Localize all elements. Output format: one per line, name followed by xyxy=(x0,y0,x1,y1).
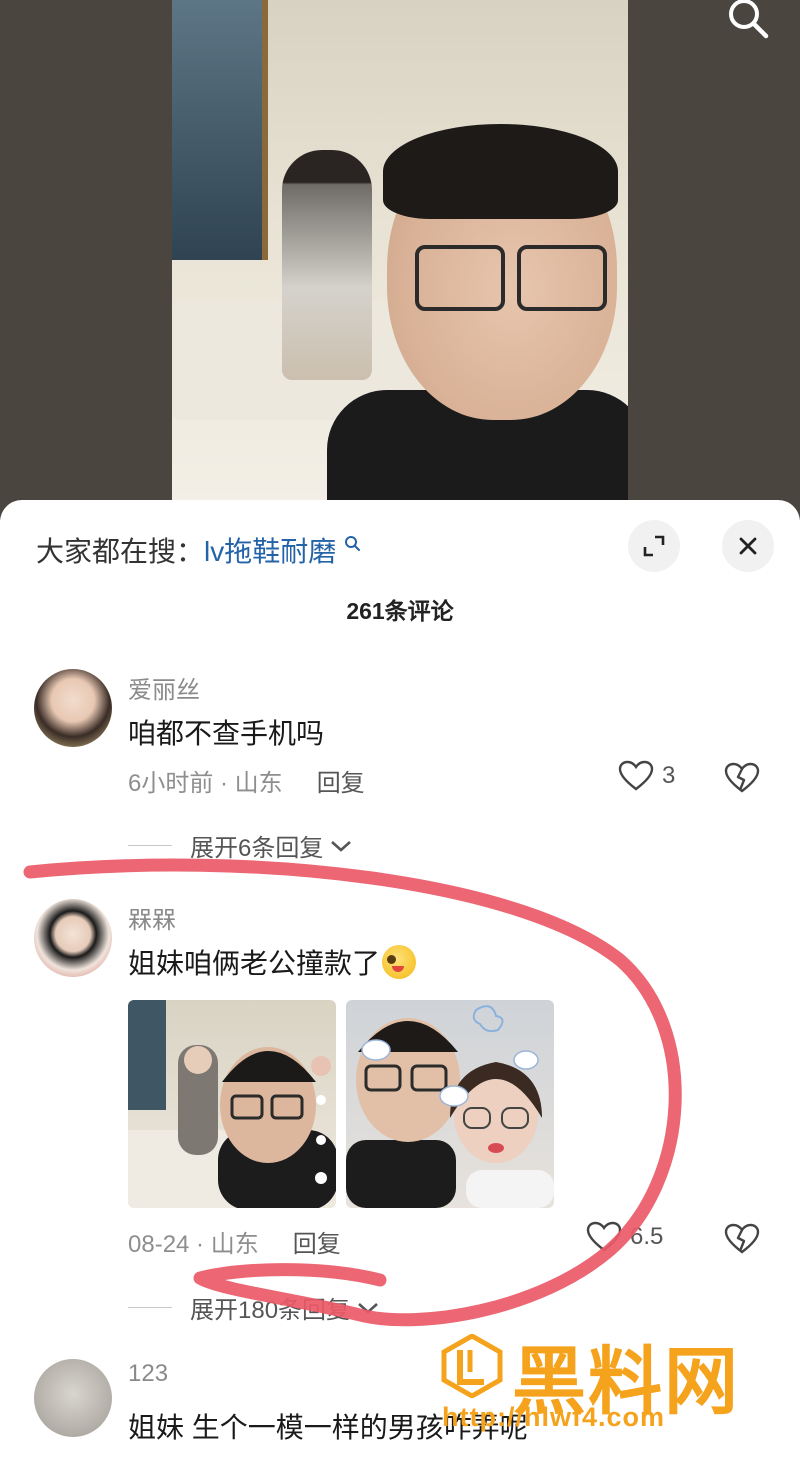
reply-button[interactable]: 回复 xyxy=(293,1231,341,1258)
dislike-button[interactable] xyxy=(724,762,760,799)
reply-button[interactable]: 回复 xyxy=(317,770,365,797)
comment-username[interactable]: 槑槑 xyxy=(128,900,176,935)
watermark: 黑料网 http://hlwf4.com xyxy=(440,1328,770,1438)
comment-text-body: 姐妹咱俩老公撞款了 xyxy=(128,948,381,979)
comment-time-location: 08-24 · 山东 xyxy=(128,1231,259,1258)
silly-face-emoji-icon xyxy=(382,945,417,979)
search-suggestion-prefix: 大家都在搜： xyxy=(36,536,205,567)
chevron-down-icon xyxy=(358,1302,378,1314)
close-icon xyxy=(739,537,757,555)
comment-count-title: 261条评论 xyxy=(346,598,454,624)
comment-text: 姐妹咱俩老公撞款了 xyxy=(128,942,417,982)
comment-image[interactable] xyxy=(128,1000,336,1208)
dislike-button[interactable] xyxy=(724,1223,760,1260)
comment-time-location: 6小时前 · 山东 xyxy=(128,770,283,797)
avatar[interactable] xyxy=(34,669,112,747)
like-count: 6.5 xyxy=(630,1223,664,1250)
search-suggestion-keyword[interactable]: lv拖鞋耐磨 xyxy=(204,536,336,567)
expand-replies-label: 展开6条回复 xyxy=(190,835,324,862)
video-player[interactable] xyxy=(0,0,800,520)
chevron-down-icon xyxy=(331,840,352,852)
comment-item: 槑槑 姐妹咱俩老公撞款了 08-24 · 山东 回复 6.5 展开180条回复 xyxy=(0,898,800,1324)
expand-sheet-button[interactable] xyxy=(628,520,680,572)
broken-heart-icon xyxy=(724,762,760,793)
heart-icon xyxy=(586,1221,622,1252)
video-window-scene xyxy=(172,0,268,260)
expand-icon xyxy=(643,535,665,557)
comment-username[interactable]: 爱丽丝 xyxy=(128,670,200,705)
broken-heart-icon xyxy=(724,1223,760,1254)
comment-image-content xyxy=(128,1000,336,1208)
video-woman-figure xyxy=(282,150,372,380)
comment-item: 爱丽丝 咱都不查手机吗 6小时前 · 山东 回复 3 展开6条回复 xyxy=(0,668,800,868)
search-icon[interactable] xyxy=(724,0,772,42)
comment-text: 咱都不查手机吗 xyxy=(128,718,325,749)
video-frame xyxy=(172,0,628,500)
watermark-url: http://hlwf4.com xyxy=(442,1402,665,1432)
expand-replies[interactable]: 展开6条回复 xyxy=(128,828,353,863)
avatar[interactable] xyxy=(34,1359,112,1437)
video-man-figure xyxy=(327,124,628,500)
like-count: 3 xyxy=(662,762,676,789)
watermark-logo-icon xyxy=(441,1334,503,1398)
like-button[interactable]: 6.5 xyxy=(586,1221,663,1253)
search-small-icon xyxy=(345,536,361,551)
avatar[interactable] xyxy=(34,899,112,977)
like-button[interactable]: 3 xyxy=(618,760,675,792)
close-button[interactable] xyxy=(722,520,774,572)
comment-meta: 08-24 · 山东 回复 xyxy=(128,1224,341,1259)
heart-icon xyxy=(618,760,654,791)
search-suggestion[interactable]: 大家都在搜：lv拖鞋耐磨 xyxy=(36,530,362,570)
comment-username[interactable]: 123 xyxy=(128,1360,168,1388)
comment-image[interactable] xyxy=(346,1000,554,1208)
expand-replies[interactable]: 展开180条回复 xyxy=(128,1290,380,1325)
comment-image-content xyxy=(346,1005,554,1208)
expand-replies-label: 展开180条回复 xyxy=(190,1297,351,1324)
comment-meta: 6小时前 · 山东 回复 xyxy=(128,763,365,798)
